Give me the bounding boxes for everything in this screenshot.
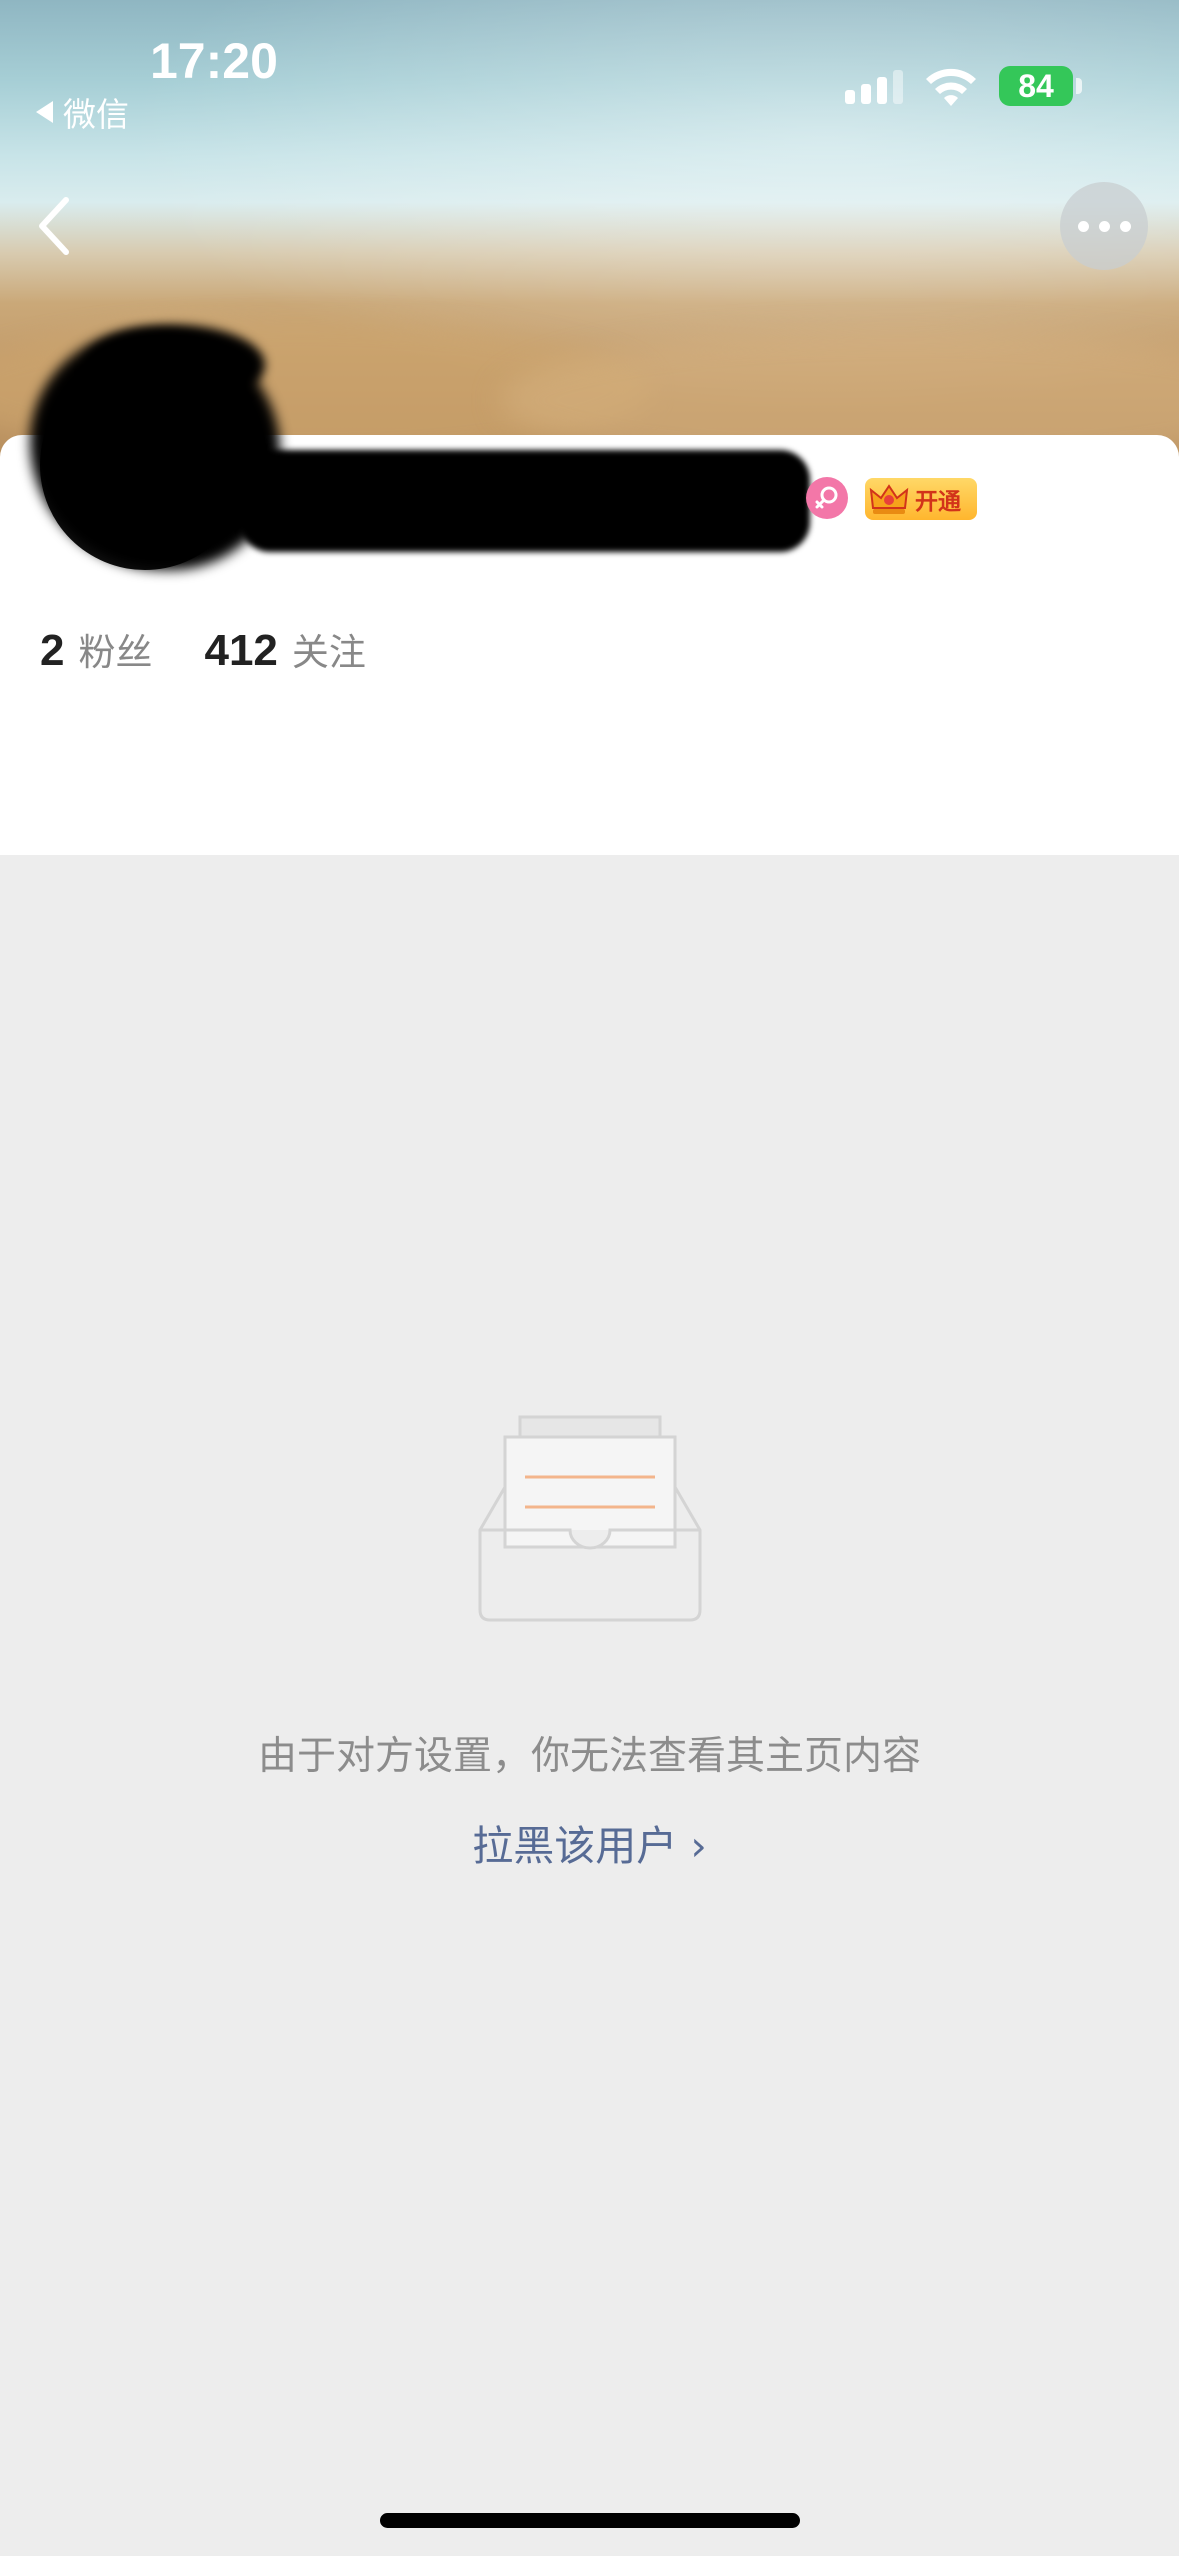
battery-cap xyxy=(1076,78,1082,94)
followers-stat[interactable]: 2 粉丝 xyxy=(40,622,152,676)
vip-label: 开通 xyxy=(915,489,961,515)
more-dot xyxy=(1098,220,1110,232)
empty-box-icon xyxy=(478,1415,702,1622)
followers-label: 粉丝 xyxy=(78,631,153,674)
more-button[interactable] xyxy=(1060,182,1148,270)
battery-icon: 84 xyxy=(999,66,1073,106)
back-button[interactable] xyxy=(30,190,90,262)
back-to-app-link[interactable]: 微信 xyxy=(36,88,129,136)
redaction-mark xyxy=(85,325,265,405)
profile-stats: 2 粉丝 412 关注 xyxy=(40,622,418,676)
status-time: 17:20 xyxy=(150,33,278,89)
vip-open-badge[interactable]: 开通 xyxy=(865,478,977,520)
home-indicator[interactable] xyxy=(380,2513,800,2528)
redacted-username xyxy=(240,450,810,552)
back-app-label: 微信 xyxy=(63,95,129,134)
back-triangle-icon xyxy=(36,101,53,123)
following-stat[interactable]: 412 关注 xyxy=(204,622,365,676)
crown-icon xyxy=(869,484,909,514)
empty-state-message: 由于对方设置，你无法查看其主页内容 xyxy=(257,1734,921,1779)
following-count: 412 xyxy=(204,626,278,675)
status-bar: 17:20 微信 84 xyxy=(0,0,1179,134)
followers-count: 2 xyxy=(40,626,65,675)
battery-level: 84 xyxy=(1018,67,1054,104)
following-label: 关注 xyxy=(291,631,366,674)
more-dot xyxy=(1119,220,1131,232)
cellular-signal-icon xyxy=(845,70,903,104)
female-icon xyxy=(806,477,848,519)
block-user-link[interactable]: 拉黑该用户 › xyxy=(0,1812,1179,1872)
more-dot xyxy=(1077,220,1089,232)
wifi-icon xyxy=(926,68,976,106)
